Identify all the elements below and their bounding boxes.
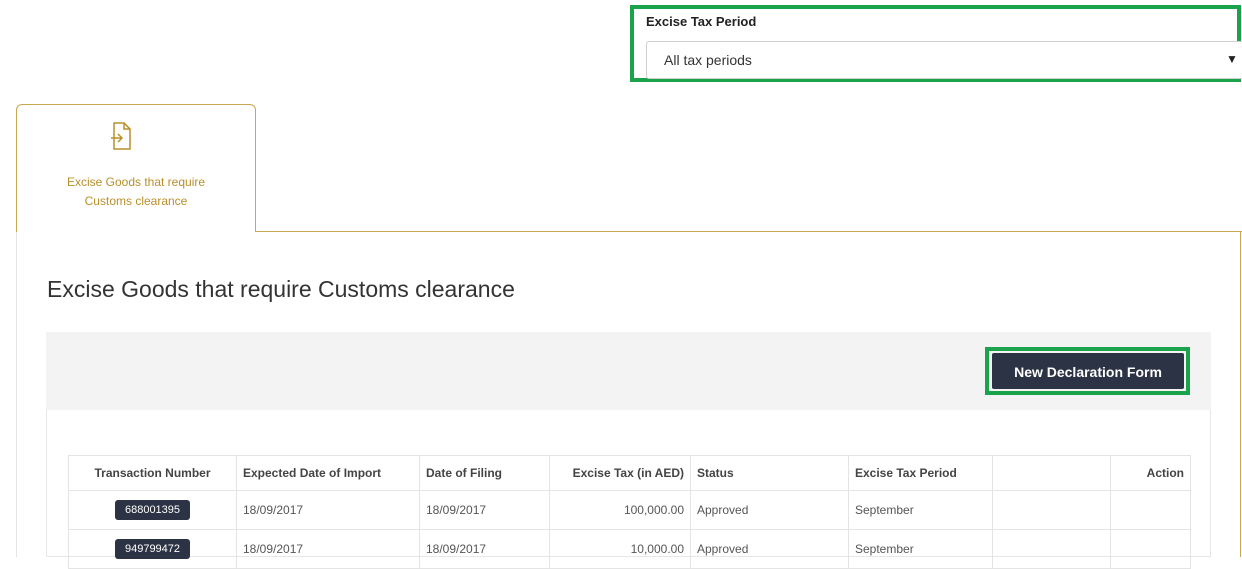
col-date-of-filing[interactable]: Date of Filing: [419, 455, 550, 491]
status-cell: Approved: [690, 490, 849, 530]
expected-date-cell: 18/09/2017: [236, 490, 420, 530]
txn-cell: 688001395: [68, 490, 237, 530]
content-right-border: [1240, 232, 1241, 557]
table-header-row: Transaction Number Expected Date of Impo…: [68, 455, 1191, 491]
declarations-table: Transaction Number Expected Date of Impo…: [68, 455, 1191, 569]
col-action: Action: [1110, 455, 1191, 491]
table-row: 949799472 18/09/2017 18/09/2017 10,000.0…: [68, 529, 1191, 569]
col-expected-date[interactable]: Expected Date of Import: [236, 455, 420, 491]
col-blank: [992, 455, 1111, 491]
expected-date-cell: 18/09/2017: [236, 529, 420, 569]
blank-cell: [992, 529, 1111, 569]
caret-down-icon[interactable]: ▼: [1226, 52, 1238, 66]
status-cell: Approved: [690, 529, 849, 569]
excise-tax-cell: 100,000.00: [549, 490, 691, 530]
section-title: Excise Goods that require Customs cleara…: [47, 276, 515, 302]
period-selected-value[interactable]: All tax periods: [664, 52, 752, 68]
content-left-border: [16, 232, 17, 557]
action-cell: [1110, 490, 1191, 530]
blank-cell: [992, 490, 1111, 530]
filing-date-cell: 18/09/2017: [419, 490, 550, 530]
document-import-icon[interactable]: [110, 121, 132, 153]
col-excise-tax[interactable]: Excise Tax (in AED): [549, 455, 691, 491]
period-label: Excise Tax Period: [646, 14, 757, 29]
tab-label[interactable]: Excise Goods that require Customs cleara…: [30, 173, 242, 211]
col-tax-period[interactable]: Excise Tax Period: [848, 455, 993, 491]
col-status[interactable]: Status: [690, 455, 849, 491]
tax-period-cell: September: [848, 490, 993, 530]
excise-tax-cell: 10,000.00: [549, 529, 691, 569]
col-transaction-number[interactable]: Transaction Number: [68, 455, 237, 491]
filing-date-cell: 18/09/2017: [419, 529, 550, 569]
transaction-number-button[interactable]: 949799472: [114, 539, 191, 559]
tax-period-cell: September: [848, 529, 993, 569]
table-row: 688001395 18/09/2017 18/09/2017 100,000.…: [68, 490, 1191, 530]
tab-customs-clearance[interactable]: [16, 104, 256, 232]
tab-underline: [255, 231, 1242, 232]
action-cell: [1110, 529, 1191, 569]
new-declaration-form-button[interactable]: New Declaration Form: [992, 353, 1184, 389]
tab-label-line1: Excise Goods that require: [66, 175, 206, 189]
txn-cell: 949799472: [68, 529, 237, 569]
tab-label-line2: Customs clearance: [84, 194, 188, 208]
transaction-number-button[interactable]: 688001395: [114, 500, 191, 520]
